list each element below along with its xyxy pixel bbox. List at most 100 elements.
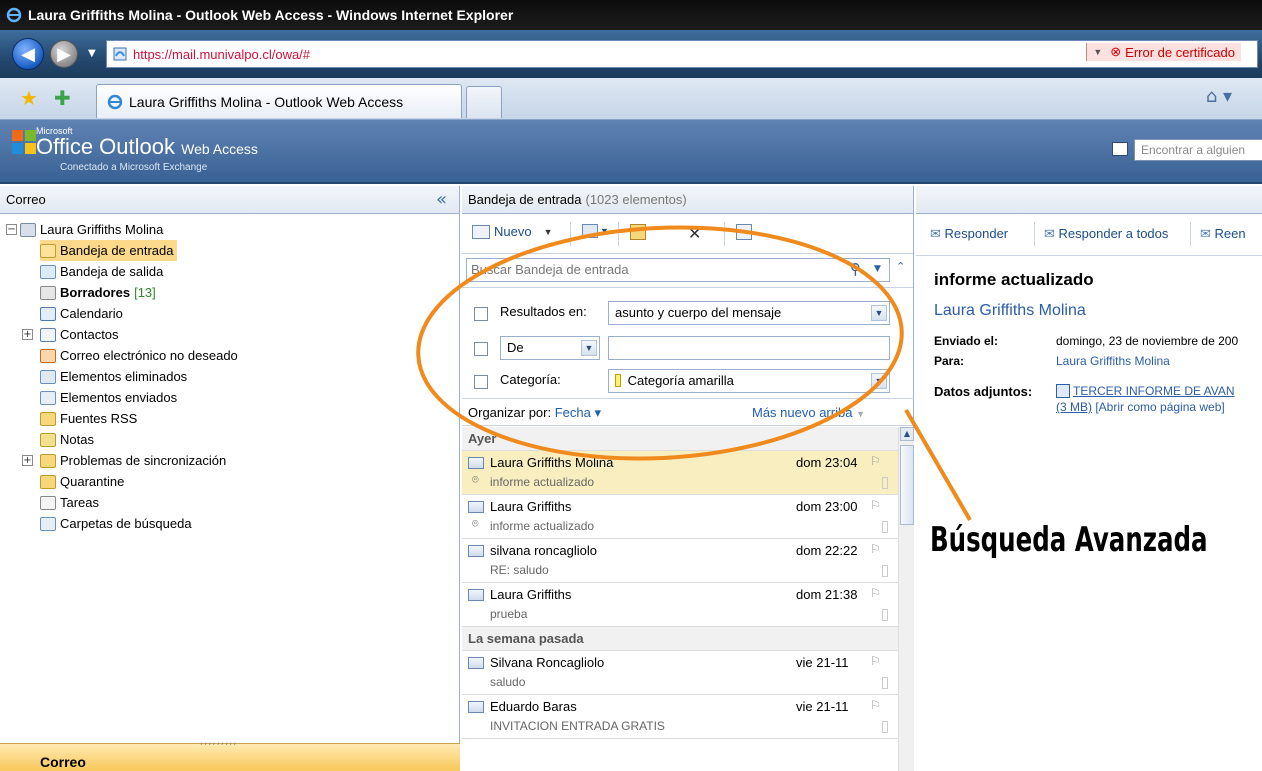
scroll-thumb[interactable] xyxy=(900,445,914,525)
group-header[interactable]: Ayer xyxy=(462,427,898,451)
folder-label: Bandeja de entrada xyxy=(60,243,174,258)
category-box[interactable] xyxy=(882,521,888,533)
delete-button[interactable]: ✕ xyxy=(688,224,701,244)
collapse-search-icon[interactable]: ⌃ xyxy=(896,260,905,273)
collapse-pane-icon[interactable]: « xyxy=(436,189,447,210)
flag-icon[interactable]: ⚐ xyxy=(870,542,881,556)
reply-icon: ✉ xyxy=(930,226,941,241)
flag-icon[interactable]: ⚐ xyxy=(870,498,881,512)
message-list-scrollbar[interactable]: ▲ xyxy=(898,427,914,771)
arrange-label: Organizar por: xyxy=(468,405,552,420)
mailbox-root[interactable]: Laura Griffiths Molina xyxy=(20,219,163,240)
flag-icon[interactable]: ⚐ xyxy=(870,654,881,668)
expand-contacts-icon[interactable]: + xyxy=(22,329,33,340)
folder-rss[interactable]: Fuentes RSS xyxy=(40,408,137,429)
move-button[interactable] xyxy=(630,224,646,240)
folder-sent[interactable]: Elementos enviados xyxy=(40,387,177,408)
category-select[interactable]: Categoría amarilla ▼ xyxy=(608,369,890,393)
new-tab-button[interactable] xyxy=(466,86,502,118)
certificate-error[interactable]: ▼ ⊗ Error de certificado xyxy=(1086,43,1241,61)
cert-error-label: Error de certificado xyxy=(1125,44,1235,60)
navigation-pane: Correo « − Laura Griffiths Molina Bandej… xyxy=(0,186,460,771)
folder-deleted[interactable]: Elementos eliminados xyxy=(40,366,187,387)
reply-button[interactable]: ✉ Responder xyxy=(930,226,1008,242)
folder-label: Fuentes RSS xyxy=(60,411,138,426)
forward-button[interactable]: ✉ Reen xyxy=(1200,226,1246,242)
search-dropdown-icon[interactable]: ▼ xyxy=(874,264,881,274)
forward-button[interactable]: ▶ xyxy=(50,40,78,68)
message-row[interactable]: silvana roncagliolo dom 22:22 ⚐ RE: salu… xyxy=(462,539,898,583)
from-select[interactable]: De ▼ xyxy=(500,336,600,360)
category-box[interactable] xyxy=(882,721,888,733)
check-messages-button[interactable] xyxy=(736,224,752,240)
category-box[interactable] xyxy=(882,677,888,689)
flag-icon[interactable]: ⚐ xyxy=(870,698,881,712)
category-checkbox[interactable] xyxy=(474,375,488,389)
contacts-icon xyxy=(40,327,56,342)
message-subject: RE: saludo xyxy=(490,563,549,577)
message-from: Laura Griffiths Molina xyxy=(490,455,614,470)
results-in-select[interactable]: asunto y cuerpo del mensaje ▼ xyxy=(608,301,890,325)
results-in-checkbox[interactable] xyxy=(474,307,488,321)
home-icon[interactable]: ⌂ ▾ xyxy=(1206,86,1232,107)
folder-label: Calendario xyxy=(60,306,123,321)
category-box[interactable] xyxy=(882,609,888,621)
nav-mail-button[interactable]: ,,,,,,,,, Correo xyxy=(0,736,460,771)
favorites-star-icon[interactable]: ★ xyxy=(20,88,40,108)
message-row[interactable]: Laura Griffiths dom 23:00 ⚐ ⌾ informe ac… xyxy=(462,495,898,539)
folder-sync-issues[interactable]: Problemas de sincronización xyxy=(40,450,226,471)
dropdown-icon: ▼ xyxy=(543,226,553,237)
flag-icon[interactable]: ⚐ xyxy=(870,586,881,600)
find-someone-input[interactable]: Encontrar a alguien xyxy=(1134,139,1262,161)
folder-search[interactable]: Carpetas de búsqueda xyxy=(40,513,192,534)
folder-tasks[interactable]: Tareas xyxy=(40,492,99,513)
url-field[interactable]: https://mail.munivalpo.cl/owa/# ▼ ⊗ Erro… xyxy=(106,40,1258,68)
search-input[interactable]: Buscar Bandeja de entrada xyxy=(466,258,890,282)
history-dropdown-icon[interactable]: ▼ xyxy=(88,48,96,59)
flag-icon[interactable]: ⚐ xyxy=(870,454,881,468)
from-checkbox[interactable] xyxy=(474,342,488,356)
from-text-input[interactable] xyxy=(608,336,890,360)
message-row[interactable]: Eduardo Baras vie 21-11 ⚐ INVITACION ENT… xyxy=(462,695,898,739)
folder-junk[interactable]: Correo electrónico no deseado xyxy=(40,345,238,366)
arrange-by-date-link[interactable]: Fecha ▾ xyxy=(555,405,601,420)
address-book-icon[interactable] xyxy=(1112,142,1128,156)
dropdown-icon: ▼ xyxy=(1093,47,1103,57)
message-sender[interactable]: Laura Griffiths Molina xyxy=(934,302,1086,320)
ie-logo-icon xyxy=(6,7,22,23)
group-header[interactable]: La semana pasada xyxy=(462,627,898,651)
folder-inbox[interactable]: Bandeja de entrada xyxy=(40,240,178,261)
message-row[interactable]: Laura Griffiths dom 21:38 ⚐ prueba xyxy=(462,583,898,627)
add-favorites-icon[interactable]: ✚ xyxy=(54,88,74,108)
to-value[interactable]: Laura Griffiths Molina xyxy=(1056,354,1170,368)
view-button[interactable]: ▼ xyxy=(582,224,609,238)
splitter-grip[interactable]: ,,,,,,,,, xyxy=(200,736,238,747)
folder-drafts[interactable]: Borradores [13] xyxy=(40,282,156,303)
new-button[interactable]: Nuevo ▼ xyxy=(472,224,553,239)
message-row[interactable]: Silvana Roncagliolo vie 21-11 ⚐ saludo xyxy=(462,651,898,695)
check-messages-icon xyxy=(736,224,752,240)
arrange-by: Organizar por: Fecha ▾ xyxy=(468,405,601,421)
message-list-pane: Bandeja de entrada (1023 elementos) Nuev… xyxy=(462,186,914,771)
folder-notes[interactable]: Notas xyxy=(40,429,94,450)
expand-sync-icon[interactable]: + xyxy=(22,455,33,466)
folder-quarantine[interactable]: Quarantine xyxy=(40,471,124,492)
attachment-link[interactable]: TERCER INFORME DE AVAN xyxy=(1056,384,1235,398)
message-row[interactable]: Laura Griffiths Molina dom 23:04 ⚐ ⌾ inf… xyxy=(462,451,898,495)
folder-contacts[interactable]: Contactos xyxy=(40,324,119,345)
back-button[interactable]: ◀ xyxy=(12,38,44,70)
folder-outbox[interactable]: Bandeja de salida xyxy=(40,261,163,282)
reply-all-button[interactable]: ✉ Responder a todos xyxy=(1044,226,1168,242)
scroll-up-icon[interactable]: ▲ xyxy=(900,427,914,441)
search-icon[interactable]: ⚲ xyxy=(850,260,861,278)
collapse-root-icon[interactable]: − xyxy=(6,224,17,235)
category-box[interactable] xyxy=(882,565,888,577)
browser-tab-active[interactable]: Laura Griffiths Molina - Outlook Web Acc… xyxy=(96,84,462,118)
word-doc-icon xyxy=(1056,384,1070,398)
folder-calendar[interactable]: Calendario xyxy=(40,303,123,324)
category-box[interactable] xyxy=(882,477,888,489)
open-as-webpage-link[interactable]: [Abrir como página web] xyxy=(1095,400,1224,414)
folder-label: Tareas xyxy=(60,495,100,510)
nav-header: Correo xyxy=(0,186,459,214)
sort-order-button[interactable]: Más nuevo arriba ▼ xyxy=(752,405,865,420)
